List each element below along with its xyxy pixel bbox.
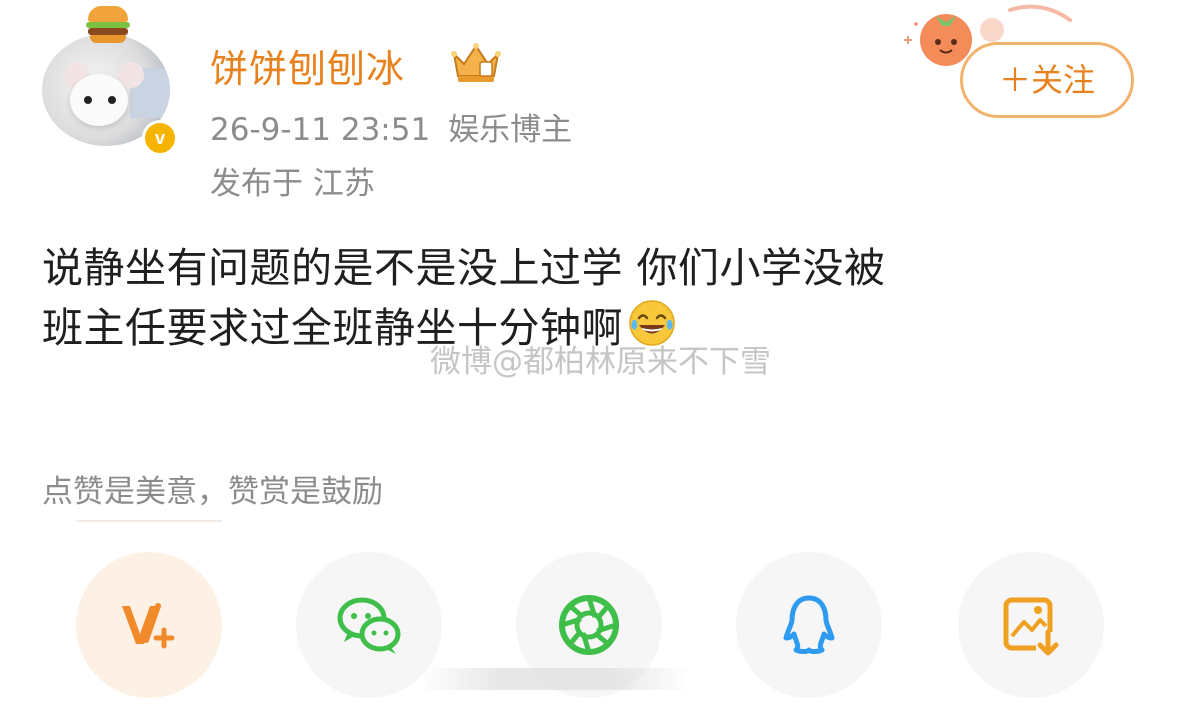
post-line: 说静坐有问题的是不是没上过学 你们小学没被 [42,244,886,292]
reward-prompt: 点赞是美意，赞赏是鼓励 [42,474,383,510]
v-plus-button[interactable] [76,552,222,698]
timestamp: 26-9-11 23:51 [210,112,431,148]
crown-membership-icon[interactable] [448,40,504,84]
divider [76,520,222,522]
follow-button[interactable]: ＋关注 [960,42,1134,118]
verified-badge-icon: v [142,120,178,156]
username[interactable]: 饼饼刨刨冰 [210,38,405,93]
post-line: 班主任要求过全班静坐十分钟啊 [42,304,623,352]
share-qq-button[interactable] [736,552,882,698]
v-plus-icon [122,603,175,649]
wechat-icon [337,597,401,654]
post-location: 发布于 江苏 [210,166,375,202]
post-content: 说静坐有问题的是不是没上过学 你们小学没被 班主任要求过全班静坐十分钟啊 [42,238,1122,358]
qq-icon [783,595,835,654]
post-meta: 26-9-11 23:51 娱乐博主 [210,104,572,149]
save-image-button[interactable] [958,552,1104,698]
laugh-cry-emoji-icon [629,300,675,346]
author-tag: 娱乐博主 [448,112,573,148]
post-line-with-emoji: 班主任要求过全班静坐十分钟啊 [42,298,1122,358]
burger-pendant-icon [86,4,130,44]
save-image-icon [1003,597,1060,656]
avatar[interactable]: v [38,4,178,156]
moments-icon [559,595,619,655]
scroll-indicator [420,668,690,690]
